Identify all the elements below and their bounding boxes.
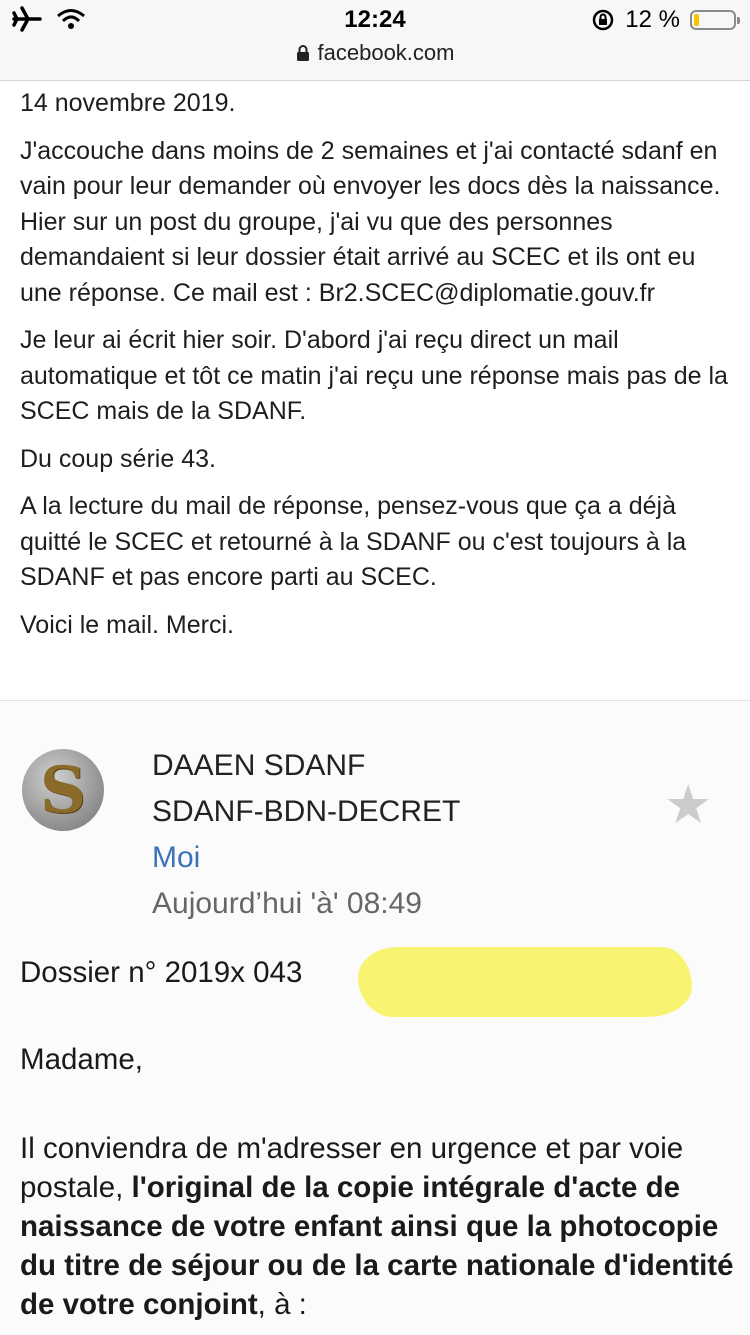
highlight-redaction	[358, 947, 692, 1017]
status-bar: 12:24 12 % facebook.com	[0, 0, 750, 81]
email-date: Aujourd’hui 'à' 08:49	[152, 887, 422, 920]
dossier-line: Dossier n° 2019x 043	[20, 947, 740, 1017]
battery-percent: 12 %	[625, 6, 680, 33]
greeting: Madame,	[20, 1043, 143, 1076]
post-paragraph: Voici le mail. Merci.	[20, 610, 234, 639]
post-image[interactable]: S DAAEN SDANF SDANF-BDN-DECRET Moi Aujou…	[0, 700, 750, 1335]
avatar-letter: S	[39, 752, 87, 828]
battery-icon	[690, 10, 740, 30]
rotation-lock-icon	[593, 9, 614, 31]
post-paragraph: J'accouche dans moins de 2 semaines et j…	[20, 136, 721, 307]
post-date-line: 14 novembre 2019.	[20, 89, 236, 117]
email-header: DAAEN SDANF SDANF-BDN-DECRET Moi Aujourd…	[152, 743, 460, 927]
post-text: 14 novembre 2019. J'accouche dans moins …	[20, 86, 732, 655]
email-body: Dossier n° 2019x 043 Madame, Il conviend…	[20, 947, 740, 1324]
post-paragraph: Je leur ai écrit hier soir. D'abord j'ai…	[20, 326, 728, 425]
star-icon: ★	[664, 775, 713, 835]
dossier-number: Dossier n° 2019x 043	[20, 956, 303, 989]
recipient: Moi	[152, 841, 201, 874]
sender-address: SDANF-BDN-DECRET	[152, 795, 461, 828]
email-paragraph: Il conviendra de m'adresser en urgence e…	[20, 1129, 740, 1324]
status-right: 12 %	[591, 6, 740, 34]
url-text[interactable]: facebook.com	[318, 40, 455, 66]
battery-fill	[694, 14, 699, 26]
lock-icon	[296, 45, 309, 61]
avatar: S	[22, 749, 104, 831]
sender-name: DAAEN SDANF	[152, 749, 366, 782]
post-paragraph: A la lecture du mail de réponse, pensez-…	[20, 492, 687, 591]
body-end: , à :	[257, 1288, 307, 1321]
post-paragraph: Du coup série 43.	[20, 444, 216, 473]
url-bar[interactable]: facebook.com	[0, 40, 750, 66]
